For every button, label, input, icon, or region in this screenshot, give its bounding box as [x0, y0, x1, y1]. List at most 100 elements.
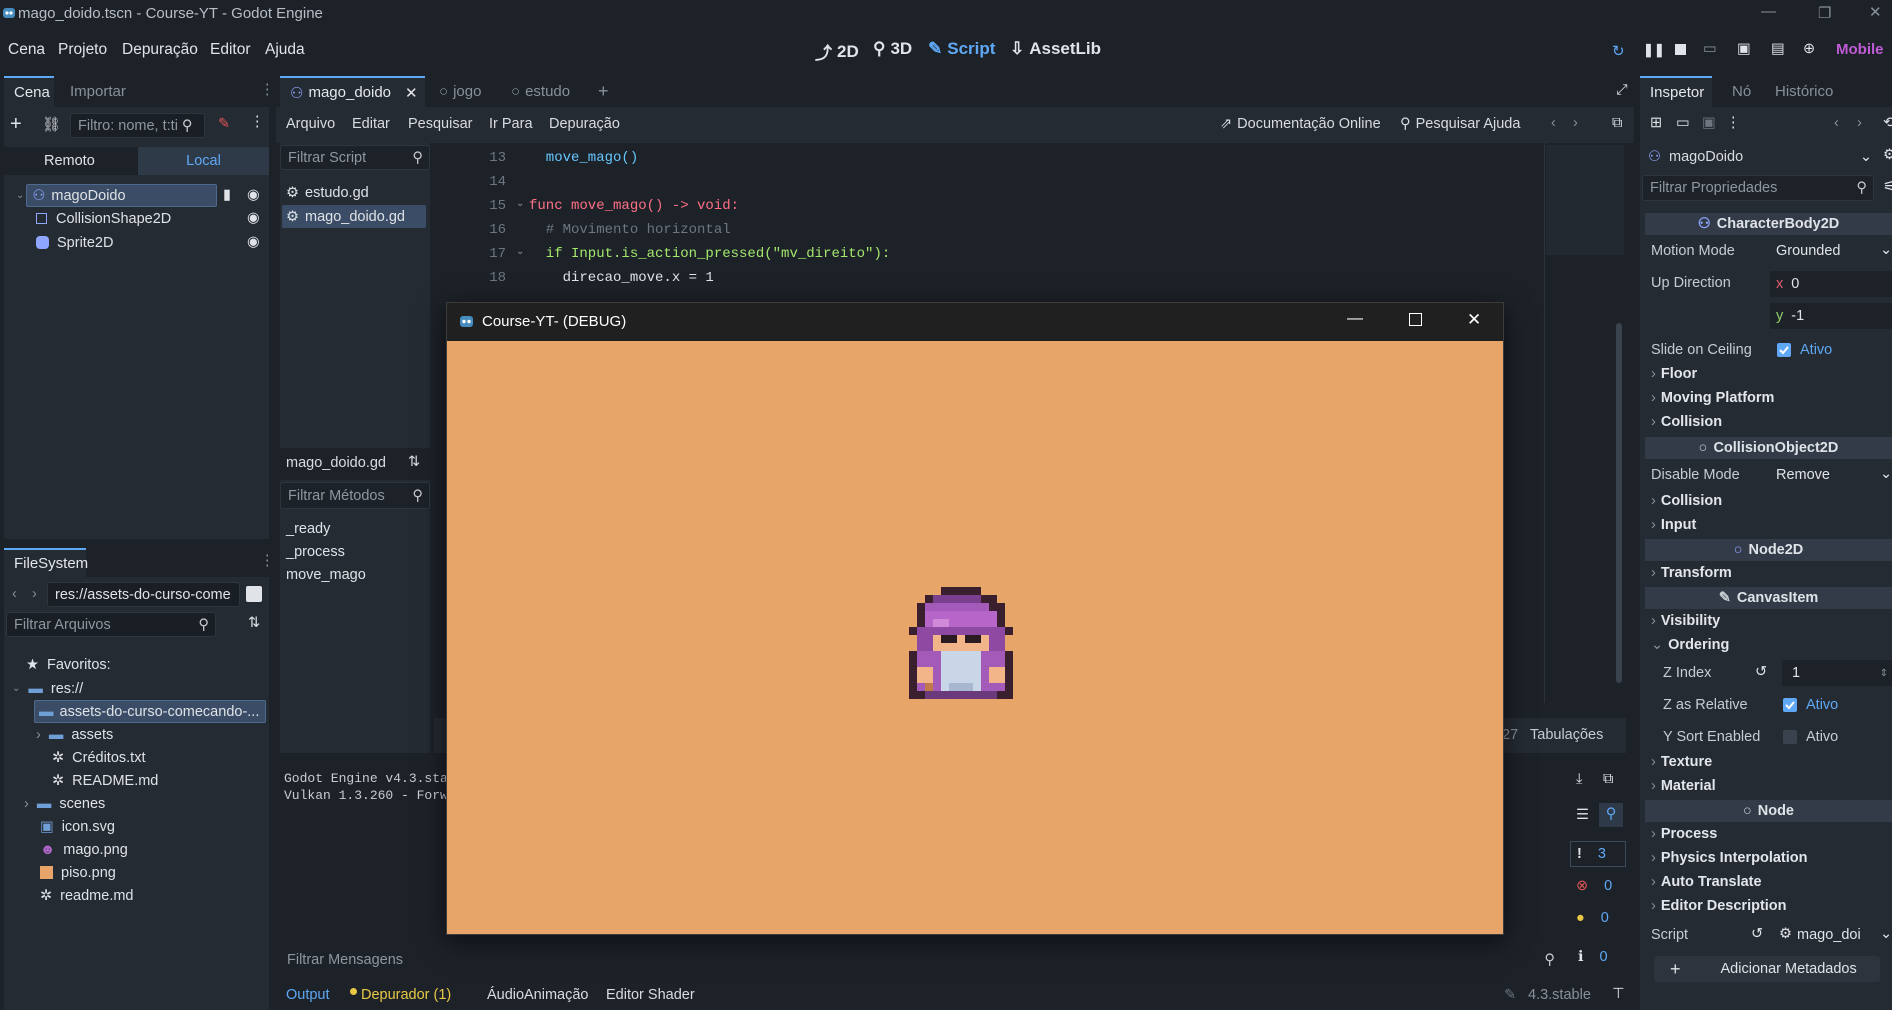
- minimize-button[interactable]: —: [1761, 3, 1776, 20]
- filter-messages-input[interactable]: Filtrar Mensagens ⚲: [280, 947, 1563, 972]
- fs-piso-png[interactable]: piso.png: [40, 861, 116, 884]
- tab-output[interactable]: Output: [286, 987, 330, 1003]
- script-menu-depuracao[interactable]: Depuração: [549, 116, 620, 132]
- filter-methods-input[interactable]: Filtrar Métodos ⚲: [280, 482, 430, 509]
- filter-options-icon[interactable]: ⚟: [1883, 179, 1892, 195]
- sort-methods-icon[interactable]: ⇅: [408, 454, 420, 470]
- menu-depuracao[interactable]: Depuração: [122, 41, 198, 59]
- filter-script-input[interactable]: Filtrar Script ⚲: [280, 145, 430, 170]
- tab-audio[interactable]: Áudio: [487, 987, 524, 1003]
- filter-editor-count[interactable]: ℹ0: [1570, 944, 1626, 970]
- menu-editor[interactable]: Editor: [210, 41, 251, 59]
- group-physics-interpolation[interactable]: › Physics Interpolation: [1651, 850, 1808, 866]
- script-menu-arquivo[interactable]: Arquivo: [286, 116, 335, 132]
- tab-filesystem[interactable]: FileSystem: [4, 548, 88, 577]
- dock-menu-icon[interactable]: ⋮: [260, 553, 275, 569]
- tab-animacao[interactable]: Animação: [524, 987, 588, 1003]
- revert-icon[interactable]: ↺: [1755, 664, 1767, 680]
- minimize-button[interactable]: —: [1347, 310, 1363, 328]
- disable-mode-select[interactable]: Remove: [1776, 467, 1830, 483]
- checkbox-checked-icon[interactable]: [1777, 343, 1791, 357]
- group-collision-2[interactable]: › Collision: [1651, 493, 1722, 509]
- add-metadata-button[interactable]: + Adicionar Metadados: [1654, 956, 1880, 982]
- view-mode-icon[interactable]: [246, 586, 262, 602]
- fs-readme[interactable]: ✲ README.md: [52, 769, 158, 792]
- scene-tab-jogo[interactable]: ○ jogo: [429, 76, 491, 107]
- fs-res-root[interactable]: ⌄ ▬ res://: [12, 677, 83, 700]
- dock-menu-icon[interactable]: ⋮: [260, 82, 275, 98]
- fs-assets[interactable]: › ▬ assets: [36, 723, 113, 746]
- run-scene-icon[interactable]: ▣: [1737, 41, 1751, 57]
- remote-debug-icon[interactable]: ▭: [1703, 41, 1717, 57]
- checkbox-unchecked-icon[interactable]: [1783, 730, 1797, 744]
- prev-script-icon[interactable]: ‹: [1551, 115, 1556, 131]
- renderer-selector[interactable]: Mobile: [1836, 41, 1884, 58]
- history-forward-icon[interactable]: ›: [1857, 115, 1862, 131]
- tab-cena[interactable]: Cena: [4, 76, 54, 107]
- workspace-3d[interactable]: ⚲ 3D: [873, 39, 912, 59]
- group-visibility[interactable]: › Visibility: [1651, 613, 1720, 629]
- local-toggle[interactable]: Local: [138, 147, 269, 175]
- back-icon[interactable]: ‹: [12, 586, 17, 602]
- tab-no[interactable]: Nó: [1722, 76, 1761, 107]
- collapse-duplicates-icon[interactable]: ☰: [1576, 807, 1589, 823]
- link-icon[interactable]: ⛓: [42, 116, 60, 133]
- fs-mago-png[interactable]: ☻ mago.png: [40, 838, 128, 861]
- tab-historico[interactable]: Histórico: [1765, 76, 1843, 107]
- group-texture[interactable]: › Texture: [1651, 754, 1712, 770]
- minimap[interactable]: [1546, 145, 1624, 255]
- attached-script-icon[interactable]: ▮: [223, 187, 231, 203]
- tree-node-collisionshape2d[interactable]: CollisionShape2D: [36, 207, 171, 230]
- fs-favorites[interactable]: ★ Favoritos:: [26, 653, 111, 676]
- menu-cena[interactable]: Cena: [8, 41, 45, 59]
- restore-button[interactable]: ❐: [1818, 4, 1831, 22]
- z-index-spinbox[interactable]: 1 ⇕: [1782, 660, 1892, 686]
- group-collision[interactable]: › Collision: [1651, 414, 1722, 430]
- copy-output-icon[interactable]: ⧉: [1603, 771, 1613, 787]
- method-ready[interactable]: _ready: [286, 517, 330, 540]
- movie-maker-icon[interactable]: ⊕: [1803, 41, 1815, 57]
- fold-icon[interactable]: ⌄: [516, 246, 524, 257]
- up-direction-y[interactable]: y -1: [1770, 303, 1892, 329]
- scene-tab-estudo[interactable]: ○ estudo: [501, 76, 580, 107]
- script-resource-field[interactable]: mago_doi: [1797, 927, 1861, 943]
- workspace-assetlib[interactable]: ⇩ AssetLib: [1010, 39, 1101, 59]
- group-process[interactable]: › Process: [1651, 826, 1717, 842]
- close-tab-icon[interactable]: ✕: [405, 84, 418, 102]
- save-icon[interactable]: ▣: [1702, 115, 1716, 131]
- fs-creditos[interactable]: ✲ Créditos.txt: [52, 746, 146, 769]
- reload-icon[interactable]: ↻: [1612, 42, 1625, 60]
- path-field[interactable]: res://assets-do-curso-come: [47, 582, 240, 607]
- sort-icon[interactable]: ⇅: [248, 615, 260, 631]
- tree-node-sprite2d[interactable]: Sprite2D: [36, 231, 113, 254]
- script-file-estudo[interactable]: ⚙ estudo.gd: [286, 181, 369, 204]
- maximize-button[interactable]: [1409, 313, 1422, 326]
- search-help-button[interactable]: ⚲ Pesquisar Ajuda: [1400, 116, 1520, 132]
- inspector-menu-icon[interactable]: ⋮: [1726, 115, 1741, 131]
- filter-messages-count[interactable]: ! 3: [1570, 841, 1626, 867]
- script-remove-icon[interactable]: ✎: [218, 116, 230, 132]
- tree-node-magodoido[interactable]: ⌄ ⚇ magoDoido: [16, 184, 218, 207]
- open-folder-icon[interactable]: ▭: [1676, 115, 1690, 131]
- group-material[interactable]: › Material: [1651, 778, 1716, 794]
- workspace-script[interactable]: ✎ Script: [928, 39, 995, 59]
- close-button[interactable]: ✕: [1467, 310, 1481, 330]
- fs-assets-folder[interactable]: ▬ assets-do-curso-comecando-...: [34, 700, 266, 723]
- collapse-icon[interactable]: ⌄: [16, 190, 24, 201]
- group-editor-description[interactable]: › Editor Description: [1651, 898, 1787, 914]
- script-file-mago-doido[interactable]: ⚙ mago_doido.gd: [282, 205, 426, 228]
- script-menu-ir-para[interactable]: Ir Para: [489, 116, 533, 132]
- filter-warnings-count[interactable]: ● 0: [1570, 905, 1626, 931]
- run-custom-icon[interactable]: ▤: [1771, 41, 1785, 57]
- new-resource-icon[interactable]: ⊞: [1650, 115, 1662, 131]
- group-input[interactable]: › Input: [1651, 517, 1696, 533]
- search-toggle-icon[interactable]: ⚲: [1599, 803, 1623, 827]
- tab-depurador[interactable]: Depurador (1): [361, 987, 451, 1003]
- object-properties-icon[interactable]: ⚙: [1883, 147, 1892, 163]
- stop-button[interactable]: [1675, 44, 1686, 55]
- method-process[interactable]: _process: [286, 540, 345, 563]
- clear-output-icon[interactable]: ⤓: [1576, 771, 1582, 787]
- remote-toggle[interactable]: Remoto: [44, 153, 95, 169]
- fs-icon-svg[interactable]: ▣ icon.svg: [40, 815, 115, 838]
- add-tab-icon[interactable]: +: [598, 81, 609, 102]
